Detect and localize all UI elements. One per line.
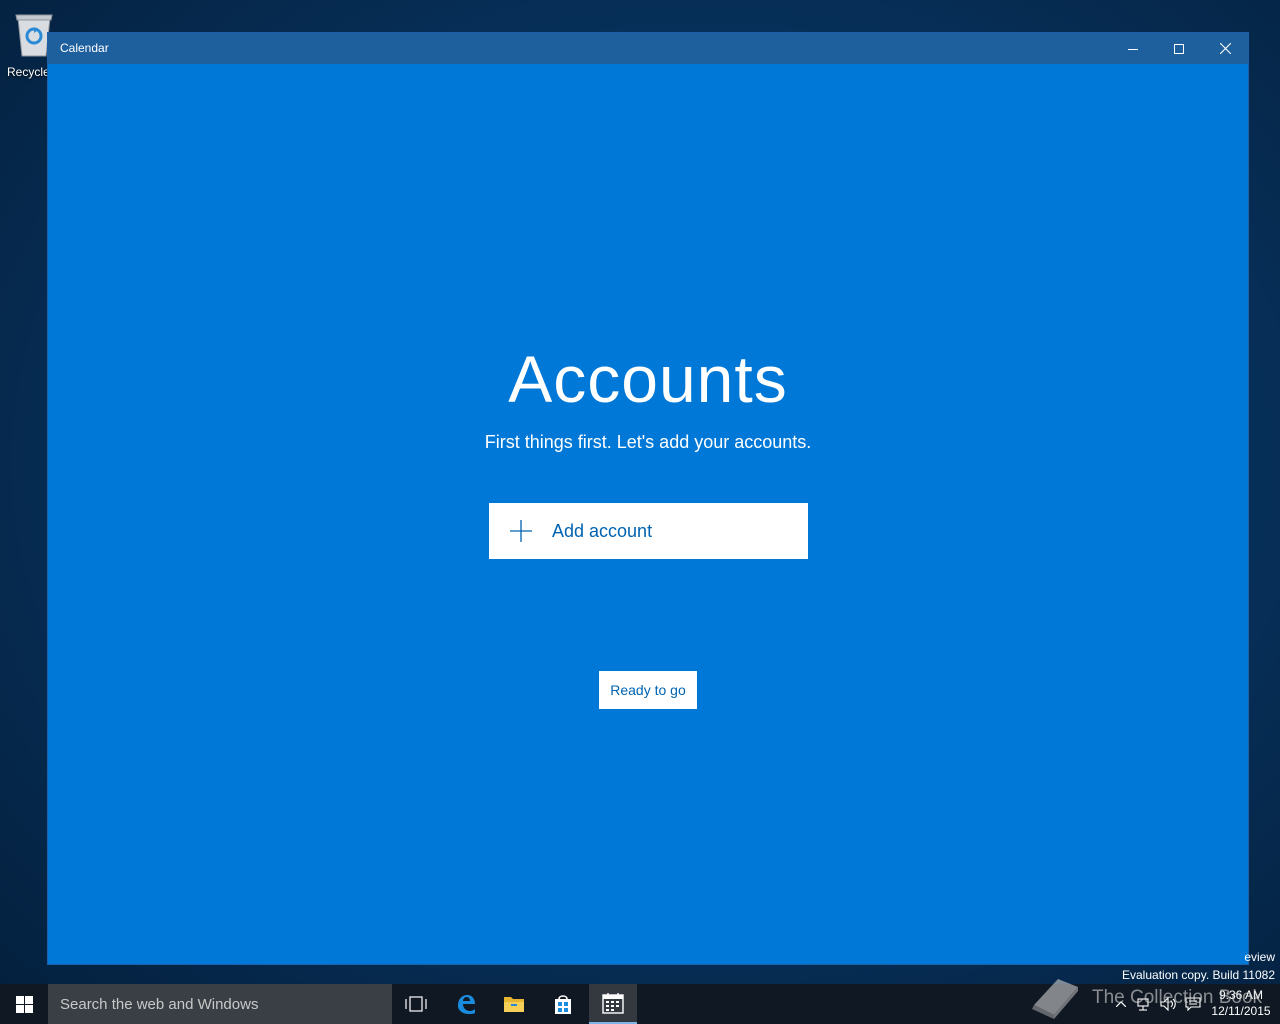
calendar-window: Calendar Accounts First things first. Le… [47, 32, 1249, 965]
preview-text: eview [1244, 950, 1275, 964]
store-icon [555, 995, 571, 1014]
accounts-subtitle: First things first. Let's add your accou… [484, 432, 812, 452]
minimize-icon [1128, 48, 1138, 50]
windows-logo-icon [15, 995, 33, 1013]
add-account-button[interactable]: Add account [489, 503, 808, 559]
maximize-button[interactable] [1156, 33, 1202, 64]
maximize-icon [1174, 43, 1184, 54]
watermark: The Collection Book [1028, 975, 1278, 1024]
file-explorer-icon [504, 997, 524, 1012]
start-button[interactable] [0, 984, 48, 1024]
minimize-button[interactable] [1110, 33, 1156, 64]
accounts-page: Accounts First things first. Let's add y… [48, 64, 1248, 965]
close-icon [1219, 43, 1231, 54]
close-button[interactable] [1202, 33, 1248, 64]
watermark-text: The Collection Book [1092, 987, 1263, 1008]
search-input[interactable] [60, 995, 380, 1013]
add-account-label: Add account [552, 520, 653, 541]
task-view-button[interactable] [392, 984, 440, 1024]
title-bar[interactable]: Calendar [48, 33, 1248, 64]
accounts-heading: Accounts [508, 342, 788, 416]
calendar-icon [602, 993, 624, 1014]
plus-icon [510, 520, 532, 542]
edge-button[interactable] [442, 984, 490, 1024]
window-title: Calendar [60, 41, 109, 55]
ready-to-go-button[interactable]: Ready to go [599, 671, 697, 709]
task-view-icon [405, 996, 427, 1012]
store-button[interactable] [539, 984, 587, 1024]
edge-icon [458, 995, 475, 1014]
book-watermark-icon [1032, 979, 1078, 1019]
file-explorer-button[interactable] [490, 984, 538, 1024]
search-box[interactable] [48, 984, 392, 1024]
calendar-taskbar-button[interactable] [589, 984, 637, 1024]
recycle-bin-label: Recycle [7, 65, 50, 79]
